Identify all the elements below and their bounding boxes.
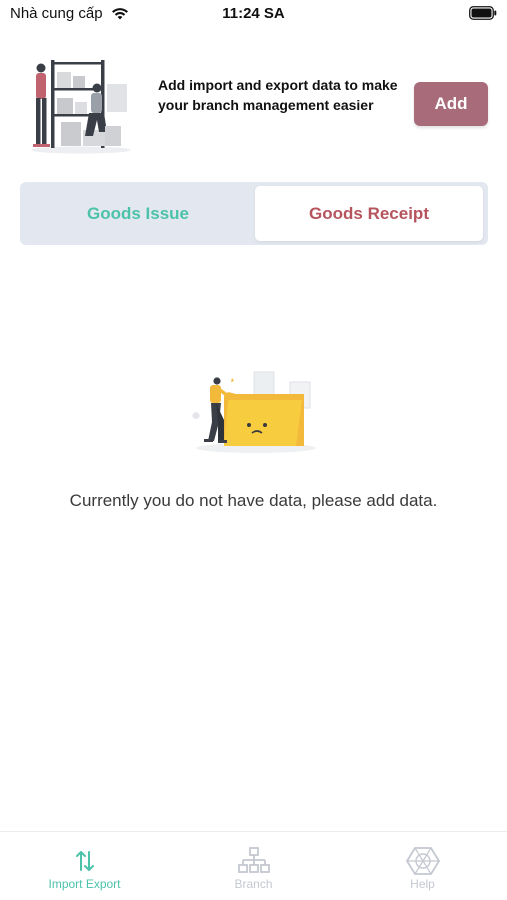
promo-text: Add import and export data to make your … [158,77,398,113]
nav-branch[interactable]: Branch [169,832,338,900]
empty-state-message: Currently you do not have data, please a… [69,491,438,510]
add-button[interactable]: Add [414,82,488,126]
empty-folder-illustration [192,371,316,453]
status-time: 11:24 SA [222,5,285,22]
warehouse-illustration [31,60,131,154]
promo-banner: Add import and export data to make your … [0,52,507,162]
segmented-tabs: Goods Issue Goods Receipt [20,182,488,245]
nav-label-branch: Branch [234,877,273,891]
nav-import-export[interactable]: Import Export [0,832,169,900]
tab-goods-issue[interactable]: Goods Issue [24,186,252,241]
branch-icon [237,847,270,873]
battery-icon [469,6,497,20]
nav-label-import-export: Import Export [48,877,121,891]
bottom-tab-bar: Import Export Branch Help [0,831,507,900]
help-icon [405,847,440,875]
import-export-icon [75,851,94,871]
nav-label-help: Help [410,877,435,891]
nav-help[interactable]: Help [338,832,507,900]
status-bar: Nhà cung cấp 11:24 SA [0,0,507,30]
tab-goods-receipt[interactable]: Goods Receipt [255,186,483,241]
